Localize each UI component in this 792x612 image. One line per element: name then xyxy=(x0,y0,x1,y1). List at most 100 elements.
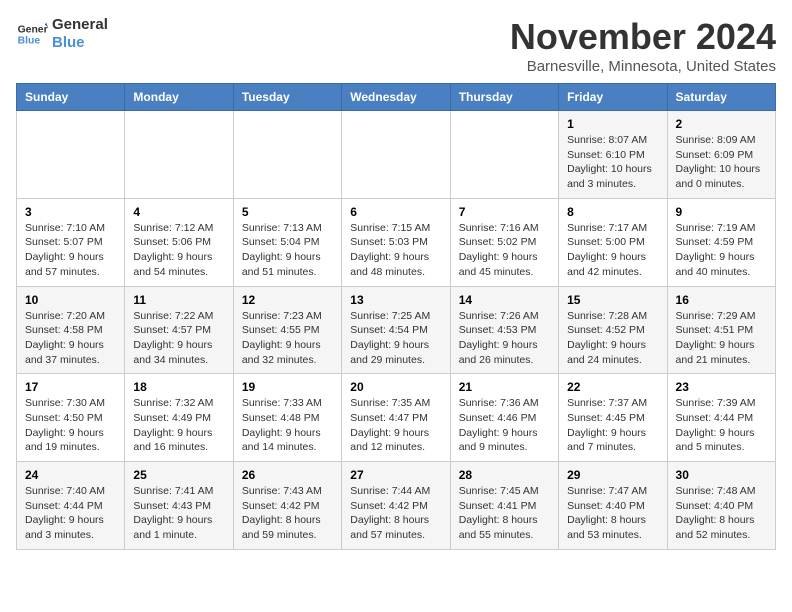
calendar-cell: 9 Sunrise: 7:19 AMSunset: 4:59 PMDaylight… xyxy=(667,198,775,286)
calendar-cell: 20 Sunrise: 7:35 AMSunset: 4:47 PMDayligh… xyxy=(342,374,450,462)
calendar-cell xyxy=(450,111,558,199)
day-number: 9 xyxy=(676,205,767,219)
calendar-cell: 19 Sunrise: 7:33 AMSunset: 4:48 PMDayligh… xyxy=(233,374,341,462)
calendar-week-row: 17 Sunrise: 7:30 AMSunset: 4:50 PMDayligh… xyxy=(17,374,776,462)
day-info: Sunrise: 7:35 AMSunset: 4:47 PMDaylight:… xyxy=(350,396,441,455)
title-block: November 2024 Barnesville, Minnesota, Un… xyxy=(510,16,776,75)
day-number: 16 xyxy=(676,293,767,307)
day-number: 29 xyxy=(567,468,658,482)
calendar-week-row: 24 Sunrise: 7:40 AMSunset: 4:44 PMDayligh… xyxy=(17,462,776,550)
calendar-table: SundayMondayTuesdayWednesdayThursdayFrid… xyxy=(16,83,776,550)
calendar-cell xyxy=(125,111,233,199)
day-number: 27 xyxy=(350,468,441,482)
day-info: Sunrise: 7:15 AMSunset: 5:03 PMDaylight:… xyxy=(350,221,441,280)
day-number: 26 xyxy=(242,468,333,482)
day-info: Sunrise: 7:32 AMSunset: 4:49 PMDaylight:… xyxy=(133,396,224,455)
day-number: 11 xyxy=(133,293,224,307)
day-info: Sunrise: 8:07 AMSunset: 6:10 PMDaylight:… xyxy=(567,133,658,192)
day-info: Sunrise: 7:43 AMSunset: 4:42 PMDaylight:… xyxy=(242,484,333,543)
calendar-cell: 3Sunrise: 7:10 AMSunset: 5:07 PMDaylight… xyxy=(17,198,125,286)
day-number: 14 xyxy=(459,293,550,307)
day-info: Sunrise: 7:16 AMSunset: 5:02 PMDaylight:… xyxy=(459,221,550,280)
calendar-cell: 8 Sunrise: 7:17 AMSunset: 5:00 PMDaylight… xyxy=(559,198,667,286)
day-number: 8 xyxy=(567,205,658,219)
calendar-cell: 18 Sunrise: 7:32 AMSunset: 4:49 PMDayligh… xyxy=(125,374,233,462)
calendar-cell: 22 Sunrise: 7:37 AMSunset: 4:45 PMDayligh… xyxy=(559,374,667,462)
day-number: 21 xyxy=(459,380,550,394)
day-number: 22 xyxy=(567,380,658,394)
day-number: 30 xyxy=(676,468,767,482)
calendar-cell: 29 Sunrise: 7:47 AMSunset: 4:40 PMDayligh… xyxy=(559,462,667,550)
day-info: Sunrise: 7:26 AMSunset: 4:53 PMDaylight:… xyxy=(459,309,550,368)
day-number: 19 xyxy=(242,380,333,394)
calendar-cell: 26 Sunrise: 7:43 AMSunset: 4:42 PMDayligh… xyxy=(233,462,341,550)
day-info: Sunrise: 7:40 AMSunset: 4:44 PMDaylight:… xyxy=(25,484,116,543)
day-info: Sunrise: 7:13 AMSunset: 5:04 PMDaylight:… xyxy=(242,221,333,280)
day-number: 20 xyxy=(350,380,441,394)
calendar-week-row: 10Sunrise: 7:20 AMSunset: 4:58 PMDayligh… xyxy=(17,286,776,374)
calendar-cell: 16 Sunrise: 7:29 AMSunset: 4:51 PMDayligh… xyxy=(667,286,775,374)
day-number: 1 xyxy=(567,117,658,131)
day-info: Sunrise: 7:22 AMSunset: 4:57 PMDaylight:… xyxy=(133,309,224,368)
weekday-header: Sunday xyxy=(17,84,125,111)
calendar-cell: 30Sunrise: 7:48 AMSunset: 4:40 PMDayligh… xyxy=(667,462,775,550)
day-number: 10 xyxy=(25,293,116,307)
calendar-cell: 1 Sunrise: 8:07 AMSunset: 6:10 PMDaylight… xyxy=(559,111,667,199)
calendar-cell: 25Sunrise: 7:41 AMSunset: 4:43 PMDayligh… xyxy=(125,462,233,550)
calendar-cell xyxy=(17,111,125,199)
day-number: 13 xyxy=(350,293,441,307)
day-info: Sunrise: 7:12 AMSunset: 5:06 PMDaylight:… xyxy=(133,221,224,280)
calendar-cell: 28Sunrise: 7:45 AMSunset: 4:41 PMDayligh… xyxy=(450,462,558,550)
day-number: 23 xyxy=(676,380,767,394)
day-info: Sunrise: 7:37 AMSunset: 4:45 PMDaylight:… xyxy=(567,396,658,455)
day-info: Sunrise: 7:47 AMSunset: 4:40 PMDaylight:… xyxy=(567,484,658,543)
day-info: Sunrise: 7:36 AMSunset: 4:46 PMDaylight:… xyxy=(459,396,550,455)
day-number: 3 xyxy=(25,205,116,219)
svg-text:Blue: Blue xyxy=(18,36,41,47)
day-info: Sunrise: 7:33 AMSunset: 4:48 PMDaylight:… xyxy=(242,396,333,455)
weekday-header: Tuesday xyxy=(233,84,341,111)
day-number: 25 xyxy=(133,468,224,482)
weekday-header: Monday xyxy=(125,84,233,111)
calendar-cell: 12 Sunrise: 7:23 AMSunset: 4:55 PMDayligh… xyxy=(233,286,341,374)
calendar-cell: 21 Sunrise: 7:36 AMSunset: 4:46 PMDayligh… xyxy=(450,374,558,462)
day-info: Sunrise: 7:29 AMSunset: 4:51 PMDaylight:… xyxy=(676,309,767,368)
calendar-week-row: 3Sunrise: 7:10 AMSunset: 5:07 PMDaylight… xyxy=(17,198,776,286)
calendar-cell: 4 Sunrise: 7:12 AMSunset: 5:06 PMDaylight… xyxy=(125,198,233,286)
weekday-header: Wednesday xyxy=(342,84,450,111)
calendar-cell: 23Sunrise: 7:39 AMSunset: 4:44 PMDayligh… xyxy=(667,374,775,462)
day-number: 5 xyxy=(242,205,333,219)
day-info: Sunrise: 7:25 AMSunset: 4:54 PMDaylight:… xyxy=(350,309,441,368)
day-number: 4 xyxy=(133,205,224,219)
day-info: Sunrise: 7:23 AMSunset: 4:55 PMDaylight:… xyxy=(242,309,333,368)
calendar-cell: 5 Sunrise: 7:13 AMSunset: 5:04 PMDaylight… xyxy=(233,198,341,286)
day-info: Sunrise: 7:44 AMSunset: 4:42 PMDaylight:… xyxy=(350,484,441,543)
logo: General Blue General Blue xyxy=(16,16,108,52)
day-info: Sunrise: 7:17 AMSunset: 5:00 PMDaylight:… xyxy=(567,221,658,280)
calendar-cell: 6Sunrise: 7:15 AMSunset: 5:03 PMDaylight… xyxy=(342,198,450,286)
logo-text: General Blue xyxy=(52,16,108,52)
logo-icon: General Blue xyxy=(16,18,48,50)
calendar-cell: 2Sunrise: 8:09 AMSunset: 6:09 PMDaylight… xyxy=(667,111,775,199)
day-number: 24 xyxy=(25,468,116,482)
calendar-header-row: SundayMondayTuesdayWednesdayThursdayFrid… xyxy=(17,84,776,111)
calendar-cell: 13 Sunrise: 7:25 AMSunset: 4:54 PMDayligh… xyxy=(342,286,450,374)
day-info: Sunrise: 8:09 AMSunset: 6:09 PMDaylight:… xyxy=(676,133,767,192)
day-number: 12 xyxy=(242,293,333,307)
calendar-cell: 14 Sunrise: 7:26 AMSunset: 4:53 PMDayligh… xyxy=(450,286,558,374)
day-number: 18 xyxy=(133,380,224,394)
weekday-header: Saturday xyxy=(667,84,775,111)
calendar-cell: 17 Sunrise: 7:30 AMSunset: 4:50 PMDayligh… xyxy=(17,374,125,462)
day-info: Sunrise: 7:30 AMSunset: 4:50 PMDaylight:… xyxy=(25,396,116,455)
day-number: 15 xyxy=(567,293,658,307)
calendar-cell: 27 Sunrise: 7:44 AMSunset: 4:42 PMDayligh… xyxy=(342,462,450,550)
calendar-cell xyxy=(233,111,341,199)
day-info: Sunrise: 7:19 AMSunset: 4:59 PMDaylight:… xyxy=(676,221,767,280)
weekday-header: Friday xyxy=(559,84,667,111)
day-info: Sunrise: 7:45 AMSunset: 4:41 PMDaylight:… xyxy=(459,484,550,543)
day-number: 7 xyxy=(459,205,550,219)
page-header: General Blue General Blue November 2024 … xyxy=(16,16,776,75)
day-info: Sunrise: 7:28 AMSunset: 4:52 PMDaylight:… xyxy=(567,309,658,368)
calendar-week-row: 1 Sunrise: 8:07 AMSunset: 6:10 PMDaylight… xyxy=(17,111,776,199)
day-number: 17 xyxy=(25,380,116,394)
